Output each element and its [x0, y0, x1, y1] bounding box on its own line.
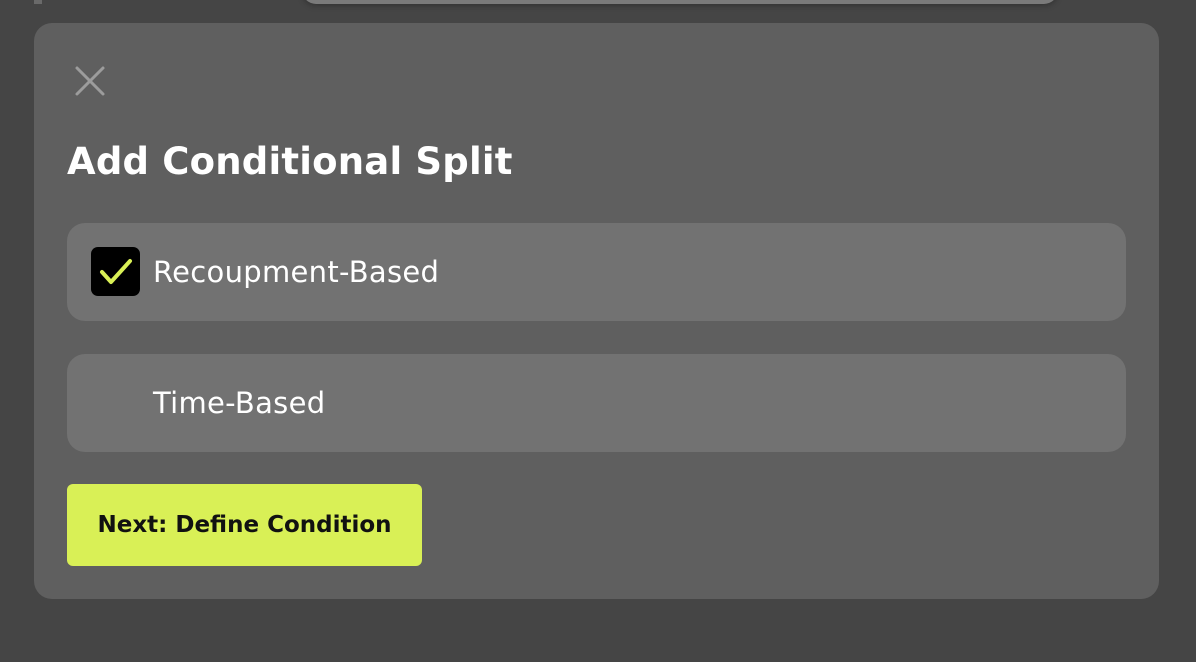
- option-label: Recoupment-Based: [153, 255, 440, 289]
- modal-title: Add Conditional Split: [67, 140, 513, 183]
- option-label: Time-Based: [153, 386, 326, 420]
- close-icon: [75, 66, 105, 96]
- option-recoupment-based[interactable]: Recoupment-Based: [67, 223, 1126, 321]
- background-panel-edge: [302, 0, 1058, 4]
- option-checkbox-unchecked[interactable]: [91, 378, 140, 427]
- next-define-condition-button[interactable]: Next: Define Condition: [67, 484, 422, 566]
- conditional-split-modal: Add Conditional Split Recoupment-Based T…: [34, 23, 1159, 599]
- close-button[interactable]: [72, 63, 108, 99]
- checkmark-icon: [99, 258, 132, 284]
- option-time-based[interactable]: Time-Based: [67, 354, 1126, 452]
- background-fragment: [34, 0, 42, 4]
- option-checkbox-checked[interactable]: [91, 247, 140, 296]
